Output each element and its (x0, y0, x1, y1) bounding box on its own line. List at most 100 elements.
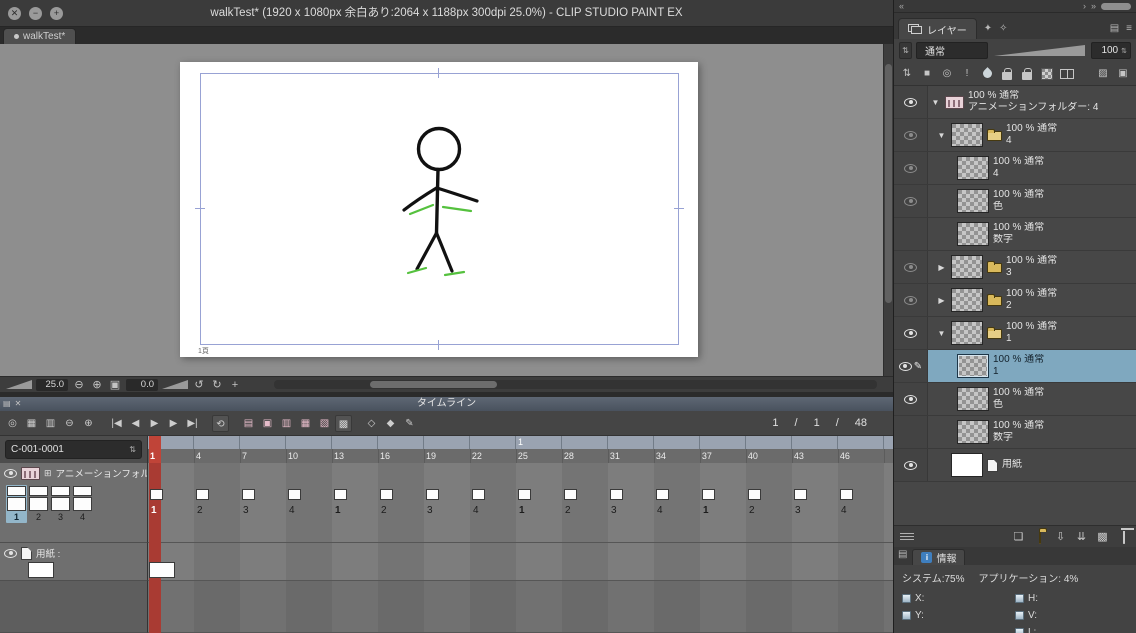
layer-visibility-toggle[interactable] (894, 317, 928, 349)
play-icon[interactable]: ▶ (146, 415, 163, 432)
layer-thumbnail[interactable] (957, 222, 989, 246)
layer-visibility-toggle[interactable] (894, 218, 928, 250)
layer-thumbnail[interactable] (951, 453, 983, 477)
close-window-button[interactable]: ✕ (8, 7, 21, 20)
layer-thumbnail[interactable] (951, 321, 983, 345)
cel-number[interactable]: 2 (381, 505, 387, 517)
layer-row[interactable]: ▼ 100 % 通常 4 (894, 119, 1136, 152)
panel-grip-icon[interactable] (900, 533, 914, 540)
reference-layer-icon[interactable]: ◎ (940, 66, 954, 81)
layer-visibility-toggle[interactable] (894, 86, 928, 118)
set-ruler-icon[interactable]: ▨ (1096, 66, 1110, 81)
specify-cel-icon[interactable]: ▥ (278, 415, 295, 432)
track-visibility-icon[interactable] (4, 468, 17, 478)
layer-visibility-toggle[interactable] (894, 449, 928, 481)
cel-box[interactable] (794, 489, 807, 500)
tab-layer-palette[interactable]: レイヤー (898, 18, 977, 39)
layer-row[interactable]: 100 % 通常色 (894, 383, 1136, 416)
cel-box[interactable] (242, 489, 255, 500)
new-folder-icon[interactable] (1033, 529, 1046, 544)
prev-frame-icon[interactable]: ◀ (127, 415, 144, 432)
cel-number[interactable]: 1 (335, 505, 341, 517)
zoom-out-icon[interactable]: ⊖ (72, 378, 86, 392)
layer-row[interactable]: ▶ 100 % 通常 2 (894, 284, 1136, 317)
canvas-vertical-scrollbar[interactable] (883, 44, 893, 376)
blend-stepper-icon[interactable]: ⇅ (899, 42, 912, 59)
expand-arrow-icon[interactable]: ▼ (936, 329, 947, 338)
draft-layer-icon[interactable]: ! (960, 66, 974, 81)
reset-view-icon[interactable]: + (228, 378, 242, 392)
layer-visibility-toggle[interactable]: ✎ (894, 350, 928, 382)
expand-arrow-icon[interactable]: ▶ (936, 263, 947, 272)
timeline-panel-menu-icon[interactable]: ▤ (3, 397, 11, 411)
layer-row[interactable]: 用紙 (894, 449, 1136, 482)
layer-row-body[interactable]: ▼ 100 % 通常 アニメーションフォルダー: 4 (928, 86, 1136, 118)
cel-thumb-column[interactable]: 2 (28, 485, 49, 523)
new-layer-icon[interactable]: ❏ (1012, 530, 1025, 543)
v-checkbox[interactable] (1015, 611, 1024, 620)
create-mask-icon[interactable]: ▩ (1096, 530, 1109, 543)
cel-number[interactable]: 2 (197, 505, 203, 517)
opacity-slider[interactable] (994, 45, 1085, 56)
cel-box[interactable] (840, 489, 853, 500)
end-frame-value[interactable]: 48 (855, 417, 867, 429)
layer-thumbnail[interactable] (957, 354, 989, 378)
timeline-zoom-out-icon[interactable]: ⊖ (61, 415, 78, 432)
cel-number[interactable]: 2 (749, 505, 755, 517)
keyframe-edit-icon[interactable]: ✎ (401, 415, 418, 432)
zoom-value[interactable]: 25.0 (36, 378, 68, 391)
cel-box[interactable] (334, 489, 347, 500)
l-checkbox[interactable] (1015, 628, 1024, 633)
droplet-icon[interactable] (980, 66, 994, 81)
blend-mode-select[interactable]: 通常 (916, 42, 988, 59)
expand-arrow-icon[interactable]: ▼ (936, 131, 947, 140)
layer-thumbnail[interactable] (951, 288, 983, 312)
merge-down-icon[interactable]: ⇊ (1075, 530, 1088, 543)
transfer-down-icon[interactable]: ⇩ (1054, 530, 1067, 543)
layer-row-body[interactable]: 用紙 (928, 449, 1136, 481)
layer-color-icon[interactable]: ■ (920, 66, 934, 81)
palette-list-icon[interactable]: ▤ (1110, 23, 1119, 39)
layer-row[interactable]: 100 % 通常 数字 (894, 218, 1136, 251)
cel-number[interactable]: 1 (519, 505, 525, 517)
animation-cel-track[interactable]: 1 2 3 4 1 2 3 4 1 2 3 4 1 2 3 4 (148, 463, 893, 543)
go-first-frame-icon[interactable]: |◀ (108, 415, 125, 432)
batch-specify-cel-icon[interactable]: ▦ (297, 415, 314, 432)
paper-track[interactable] (148, 543, 893, 581)
paper-cel-cell[interactable] (149, 562, 175, 578)
dock-arrow-double-icon[interactable]: » (1091, 1, 1096, 11)
cel-number[interactable]: 4 (473, 505, 479, 517)
cel-number[interactable]: 1 (703, 505, 709, 517)
cel-box[interactable] (288, 489, 301, 500)
onion-skin-icon[interactable]: ▩ (335, 414, 352, 432)
loop-playback-icon[interactable]: ⟲ (212, 414, 229, 432)
layer-thumbnail[interactable] (951, 123, 983, 147)
canvas-page[interactable]: 1頁 (180, 62, 698, 357)
current-frame-value[interactable]: 1 (772, 417, 778, 429)
rotation-value[interactable]: 0.0 (126, 378, 158, 391)
layer-row-body[interactable]: 100 % 通常 数字 (928, 218, 1136, 250)
cel-box[interactable] (150, 489, 163, 500)
animation-track-header[interactable]: ⊞ アニメーションフォル 1 2 3 4 (0, 463, 148, 543)
info-grip-icon[interactable]: ▤ (898, 549, 907, 565)
go-last-frame-icon[interactable]: ▶| (184, 415, 201, 432)
cel-box[interactable] (610, 489, 623, 500)
layer-thumbnail[interactable] (957, 189, 989, 213)
delete-layer-icon[interactable] (1117, 530, 1130, 544)
clip-stepper-icon[interactable]: ⇅ (129, 445, 136, 454)
layer-row[interactable]: ✎ 100 % 通常 1 (894, 350, 1136, 383)
material-tab-icon[interactable]: ✧ (999, 23, 1007, 39)
layer-thumbnail[interactable] (957, 156, 989, 180)
layer-row[interactable]: ▶ 100 % 通常 3 (894, 251, 1136, 284)
track-layout-icon[interactable]: ▦ (23, 415, 40, 432)
cel-settings-icon[interactable]: ▧ (316, 415, 333, 432)
rotate-cw-icon[interactable]: ↻ (210, 378, 224, 392)
cel-number[interactable]: 3 (243, 505, 249, 517)
h-checkbox[interactable] (1015, 594, 1024, 603)
timeline-zoom-in-icon[interactable]: ⊕ (80, 415, 97, 432)
cel-number[interactable]: 3 (427, 505, 433, 517)
layer-visibility-toggle[interactable] (894, 152, 928, 184)
layer-visibility-toggle[interactable] (894, 185, 928, 217)
layer-row[interactable]: 100 % 通常 4 (894, 152, 1136, 185)
layer-mask-icon[interactable]: ▣ (1116, 66, 1130, 81)
